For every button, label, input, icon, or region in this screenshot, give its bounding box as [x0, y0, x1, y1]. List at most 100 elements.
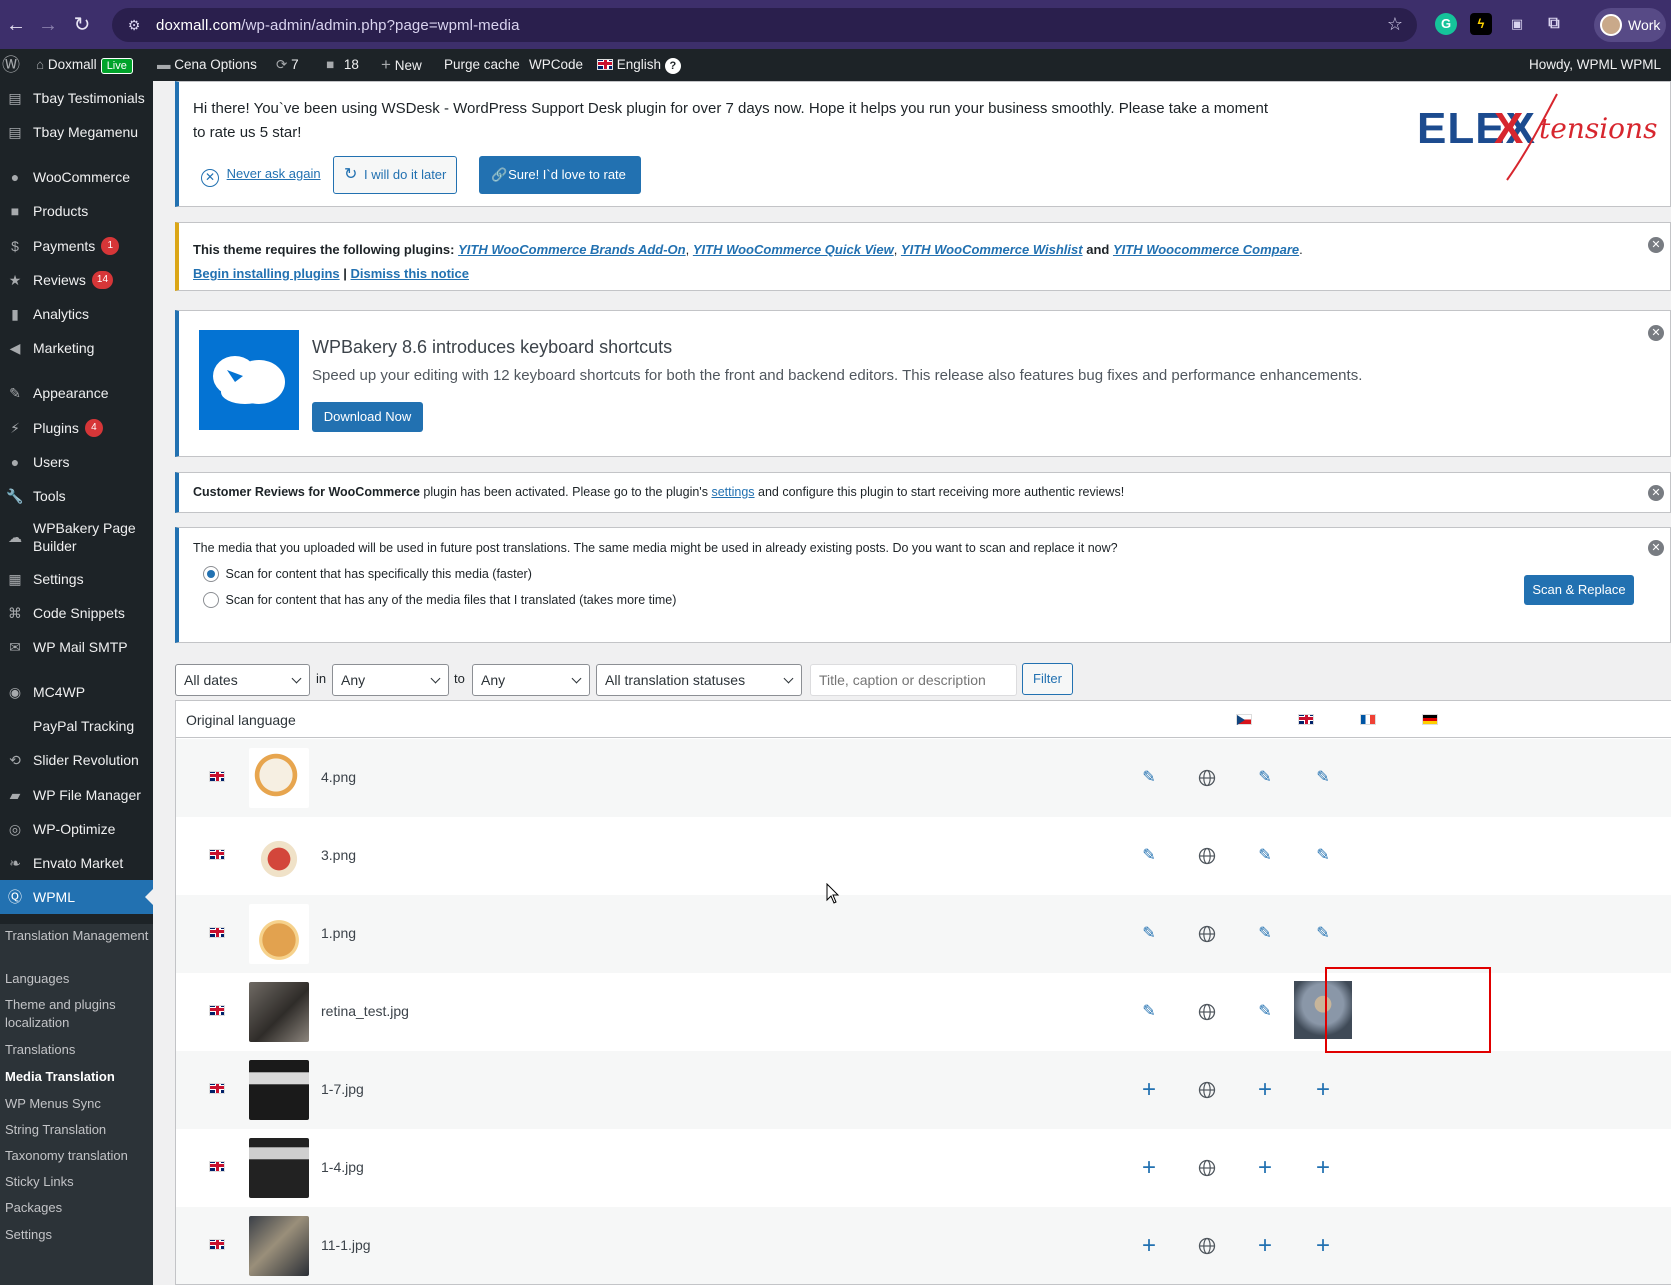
add-translation-icon[interactable]: + — [1311, 1078, 1335, 1102]
dismiss-icon[interactable]: ✕ — [1648, 485, 1664, 501]
radio-checked[interactable] — [203, 566, 219, 582]
sidebar-item-wp-mail-smtp[interactable]: ✉ WP Mail SMTP — [0, 630, 153, 664]
sidebar-item-tbay-megamenu[interactable]: ▤ Tbay Megamenu — [0, 115, 153, 149]
media-search-input[interactable] — [810, 664, 1017, 696]
edit-translation-icon[interactable]: ✎ — [1253, 1000, 1277, 1024]
dismiss-icon[interactable]: ✕ — [1648, 540, 1664, 556]
sidebar-item-wpml[interactable]: Ⓠ WPML — [0, 880, 153, 914]
add-translation-icon[interactable]: + — [1253, 1234, 1277, 1258]
globe-icon[interactable] — [1195, 766, 1219, 790]
reload-icon[interactable]: ↻ — [68, 12, 96, 38]
sidebar-item-marketing[interactable]: ◀ Marketing — [0, 331, 153, 365]
plugin-link-brands[interactable]: YITH WooCommerce Brands Add-On — [458, 242, 686, 257]
dates-select[interactable]: All dates — [175, 664, 310, 696]
sidebar-item-payments[interactable]: $ Payments 1 — [0, 229, 153, 263]
plugin-link-wishlist[interactable]: YITH WooCommerce Wishlist — [901, 242, 1083, 257]
media-thumbnail[interactable] — [249, 982, 309, 1042]
globe-icon[interactable] — [1195, 1156, 1219, 1180]
sidebar-item-wp-optimize[interactable]: ◎ WP-Optimize — [0, 812, 153, 846]
lightning-extension-icon[interactable]: ϟ — [1470, 13, 1492, 35]
scan-replace-button[interactable]: Scan & Replace — [1524, 575, 1634, 605]
sidebar-item-reviews[interactable]: ★ Reviews 14 — [0, 263, 153, 297]
edit-translation-icon[interactable]: ✎ — [1253, 922, 1277, 946]
edit-translation-icon[interactable]: ✎ — [1311, 922, 1335, 946]
media-thumbnail[interactable] — [249, 904, 309, 964]
language-to-select[interactable]: Any language — [472, 664, 590, 718]
sidebar-item-analytics[interactable]: ▮ Analytics — [0, 297, 153, 331]
reviews-settings-link[interactable]: settings — [711, 485, 754, 499]
submenu-item-translation-management[interactable]: Translation Management — [5, 927, 150, 945]
rate-now-button[interactable]: 🔗 Sure! I`d love to rate — [479, 156, 641, 194]
bookmark-star-icon[interactable]: ☆ — [1387, 14, 1403, 35]
add-translation-icon[interactable]: + — [1311, 1156, 1335, 1180]
media-thumbnail[interactable] — [249, 1138, 309, 1198]
media-thumbnail[interactable] — [249, 826, 309, 886]
submenu-item-taxonomy-translation[interactable]: Taxonomy translation — [5, 1147, 150, 1165]
updates-link[interactable]: ⟳ 7 — [276, 49, 299, 81]
dismiss-icon[interactable]: ✕ — [1648, 325, 1664, 341]
grammarly-extension-icon[interactable]: G — [1435, 13, 1457, 35]
theme-options-link[interactable]: ▬ Cena Options — [157, 49, 257, 81]
language-from-select[interactable]: Any language — [332, 664, 449, 718]
sidebar-item-tools[interactable]: 🔧 Tools — [0, 479, 153, 513]
sidebar-item-settings[interactable]: ▦ Settings — [0, 562, 153, 596]
sidebar-item-users[interactable]: ● Users — [0, 445, 153, 479]
new-content-link[interactable]: + New — [381, 49, 422, 81]
globe-icon[interactable] — [1195, 1078, 1219, 1102]
wpcode-link[interactable]: WPCode — [529, 49, 583, 81]
globe-icon[interactable] — [1195, 1234, 1219, 1258]
site-info-icon[interactable]: ⚙ — [124, 15, 144, 35]
edit-translation-icon[interactable]: ✎ — [1311, 766, 1335, 790]
edit-translation-icon[interactable]: ✎ — [1311, 844, 1335, 868]
add-translation-icon[interactable]: + — [1137, 1156, 1161, 1180]
submenu-item-settings[interactable]: Settings — [5, 1226, 150, 1244]
sidebar-item-wpbakery-page-builder[interactable]: ☁ WPBakery Page Builder — [0, 513, 153, 561]
add-translation-icon[interactable]: + — [1253, 1156, 1277, 1180]
download-now-button[interactable]: Download Now — [312, 402, 423, 432]
submenu-item-theme-and-plugins-localization[interactable]: Theme and plugins localization — [5, 996, 150, 1032]
profile-button[interactable]: Work — [1594, 8, 1666, 42]
media-thumbnail[interactable] — [249, 1216, 309, 1276]
edit-translation-icon[interactable]: ✎ — [1253, 844, 1277, 868]
submenu-item-wp-menus-sync[interactable]: WP Menus Sync — [5, 1095, 150, 1113]
rate-later-button[interactable]: ↻ I will do it later — [333, 156, 458, 194]
sidebar-item-paypal-tracking[interactable]: PayPal Tracking — [0, 709, 153, 743]
submenu-item-sticky-links[interactable]: Sticky Links — [5, 1173, 150, 1191]
submenu-item-string-translation[interactable]: String Translation — [5, 1121, 150, 1139]
globe-icon[interactable] — [1195, 922, 1219, 946]
plugin-link-compare[interactable]: YITH Woocommerce Compare — [1113, 242, 1299, 257]
add-translation-icon[interactable]: + — [1137, 1234, 1161, 1258]
plugin-link-quick-view[interactable]: YITH WooCommerce Quick View — [693, 242, 894, 257]
edit-translation-icon[interactable]: ✎ — [1137, 766, 1161, 790]
sidebar-item-plugins[interactable]: ⚡ Plugins 4 — [0, 411, 153, 445]
scan-option-any[interactable]: Scan for content that has any of the med… — [203, 592, 676, 608]
sidebar-item-code-snippets[interactable]: ⌘ Code Snippets — [0, 596, 153, 630]
purge-cache-link[interactable]: Purge cache — [444, 49, 520, 81]
sidebar-item-wp-file-manager[interactable]: ▰ WP File Manager — [0, 778, 153, 812]
add-translation-icon[interactable]: + — [1253, 1078, 1277, 1102]
begin-installing-link[interactable]: Begin installing plugins — [193, 266, 340, 281]
sidebar-item-envato-market[interactable]: ❧ Envato Market — [0, 846, 153, 880]
sidebar-item-products[interactable]: ■ Products — [0, 194, 153, 228]
edit-translation-icon[interactable]: ✎ — [1137, 922, 1161, 946]
submenu-item-packages[interactable]: Packages — [5, 1199, 150, 1217]
sidebar-item-woocommerce[interactable]: ● WooCommerce — [0, 160, 153, 194]
submenu-item-media-translation[interactable]: Media Translation — [5, 1068, 150, 1086]
media-thumbnail[interactable] — [249, 748, 309, 808]
scan-option-specific[interactable]: Scan for content that has specifically t… — [203, 566, 532, 582]
site-name-link[interactable]: ⌂ Doxmall Live — [36, 49, 133, 81]
language-switcher[interactable]: English ? — [597, 49, 681, 81]
sidebar-item-appearance[interactable]: ✎ Appearance — [0, 376, 153, 410]
submenu-item-languages[interactable]: Languages — [5, 970, 150, 988]
translation-status-select[interactable]: All translation statuses — [596, 664, 802, 696]
add-translation-icon[interactable]: + — [1137, 1078, 1161, 1102]
add-translation-icon[interactable]: + — [1311, 1234, 1335, 1258]
back-icon[interactable]: ← — [2, 12, 30, 38]
extension-icon[interactable]: ▣ — [1506, 13, 1528, 35]
address-bar[interactable]: ⚙ doxmall.com/wp-admin/admin.php?page=wp… — [112, 8, 1417, 42]
sidebar-item-mc4wp[interactable]: ◉ MC4WP — [0, 675, 153, 709]
filter-button[interactable]: Filter — [1022, 663, 1073, 695]
media-thumbnail[interactable] — [249, 1060, 309, 1120]
wordpress-logo-icon[interactable]: Ⓦ — [2, 49, 20, 81]
dismiss-notice-link[interactable]: Dismiss this notice — [351, 266, 469, 281]
